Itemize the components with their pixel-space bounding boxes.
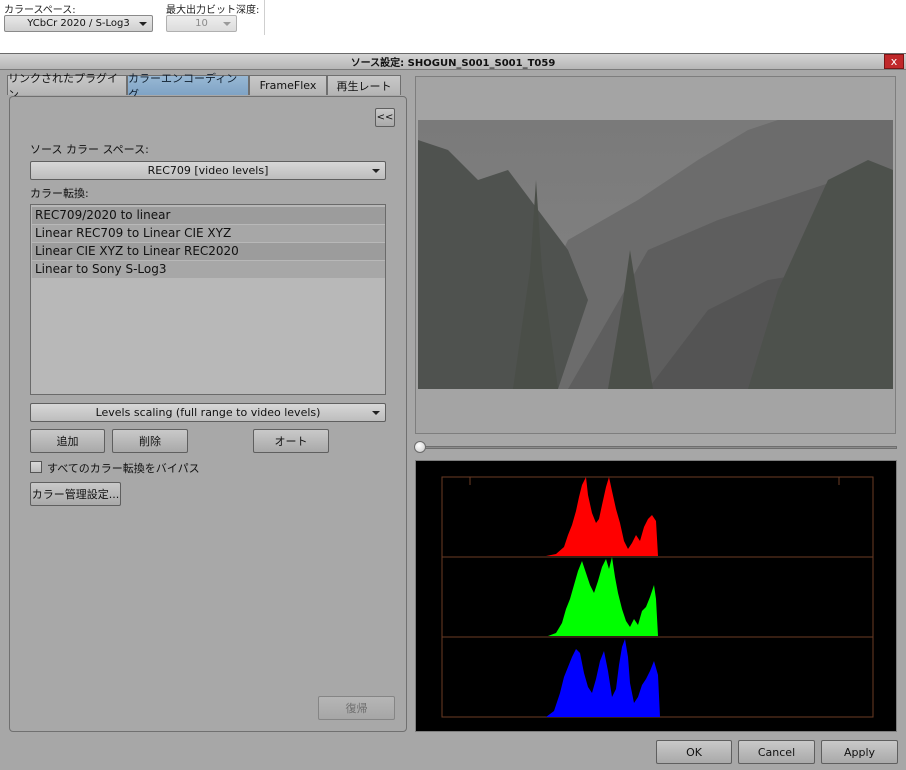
add-button-label: 追加 (56, 435, 79, 448)
color-transform-label: カラー転換: (30, 187, 89, 200)
source-color-space-value: REC709 [video levels] (147, 164, 269, 177)
bit-depth-value: 10 (195, 18, 208, 29)
source-color-space-label: ソース カラー スペース: (30, 143, 149, 156)
add-button[interactable]: 追加 (30, 429, 105, 453)
video-preview-image (418, 120, 893, 389)
ok-button[interactable]: OK (656, 740, 732, 764)
tab-playback-rate[interactable]: 再生レート (327, 75, 401, 95)
tab-linked-plugins[interactable]: リンクされたプラグイン (7, 72, 127, 101)
levels-scaling-value: Levels scaling (full range to video leve… (95, 406, 321, 419)
list-item[interactable]: REC709/2020 to linear (32, 207, 385, 224)
ok-label: OK (686, 745, 702, 759)
red-histogram (546, 477, 658, 556)
color-space-dropdown[interactable]: YCbCr 2020 / S-Log3 (4, 15, 153, 32)
rgb-histogram (415, 460, 897, 732)
bit-depth-label: 最大出力ビット深度: (166, 5, 260, 16)
timeline-handle[interactable] (414, 441, 426, 453)
chevron-down-icon (139, 22, 147, 26)
bypass-checkbox[interactable] (30, 461, 42, 473)
dialog-title-bar: ソース設定: SHOGUN_S001_S001_T059 (0, 54, 906, 70)
color-space-value: YCbCr 2020 / S-Log3 (27, 18, 130, 29)
chevron-down-icon (372, 411, 380, 415)
chevron-down-icon (372, 169, 380, 173)
collapse-button[interactable]: << (375, 108, 395, 127)
apply-label: Apply (843, 745, 876, 759)
auto-button[interactable]: オート (253, 429, 329, 453)
color-space-label: カラースペース: (4, 5, 76, 16)
tab-label: 再生レート (336, 79, 392, 93)
color-management-button[interactable]: カラー管理設定... (30, 482, 121, 506)
delete-button[interactable]: 削除 (112, 429, 188, 453)
close-icon: x (890, 55, 898, 68)
delete-button-label: 削除 (139, 435, 161, 448)
restore-button[interactable]: 復帰 (318, 696, 395, 720)
dialog-title: ソース設定: SHOGUN_S001_S001_T059 (350, 58, 556, 69)
timeline-track[interactable] (424, 446, 897, 449)
list-item[interactable]: Linear CIE XYZ to Linear REC2020 (32, 243, 385, 260)
cancel-button[interactable]: Cancel (738, 740, 815, 764)
auto-button-label: オート (274, 435, 308, 448)
tab-frameflex[interactable]: FrameFlex (249, 75, 327, 95)
double-chevron-left-icon: << (376, 112, 394, 123)
chevron-down-icon (223, 22, 231, 26)
color-transform-list[interactable]: REC709/2020 to linear Linear REC709 to L… (30, 204, 386, 395)
green-histogram (548, 557, 658, 636)
levels-scaling-dropdown[interactable]: Levels scaling (full range to video leve… (30, 403, 386, 422)
restore-label: 復帰 (345, 702, 368, 715)
tab-label: FrameFlex (259, 79, 317, 92)
list-item[interactable]: Linear REC709 to Linear CIE XYZ (32, 225, 385, 242)
bit-depth-dropdown[interactable]: 10 (166, 15, 237, 32)
color-management-label: カラー管理設定... (31, 488, 120, 501)
source-color-space-dropdown[interactable]: REC709 [video levels] (30, 161, 386, 180)
tab-color-encoding[interactable]: カラーエンコーディング (127, 72, 249, 101)
blue-histogram (546, 639, 660, 717)
cancel-label: Cancel (757, 745, 796, 759)
bypass-label: すべてのカラー転換をバイパス (47, 462, 200, 475)
close-button[interactable]: x (884, 54, 904, 69)
apply-button[interactable]: Apply (821, 740, 898, 764)
top-divider (264, 0, 265, 35)
list-item[interactable]: Linear to Sony S-Log3 (32, 261, 385, 278)
